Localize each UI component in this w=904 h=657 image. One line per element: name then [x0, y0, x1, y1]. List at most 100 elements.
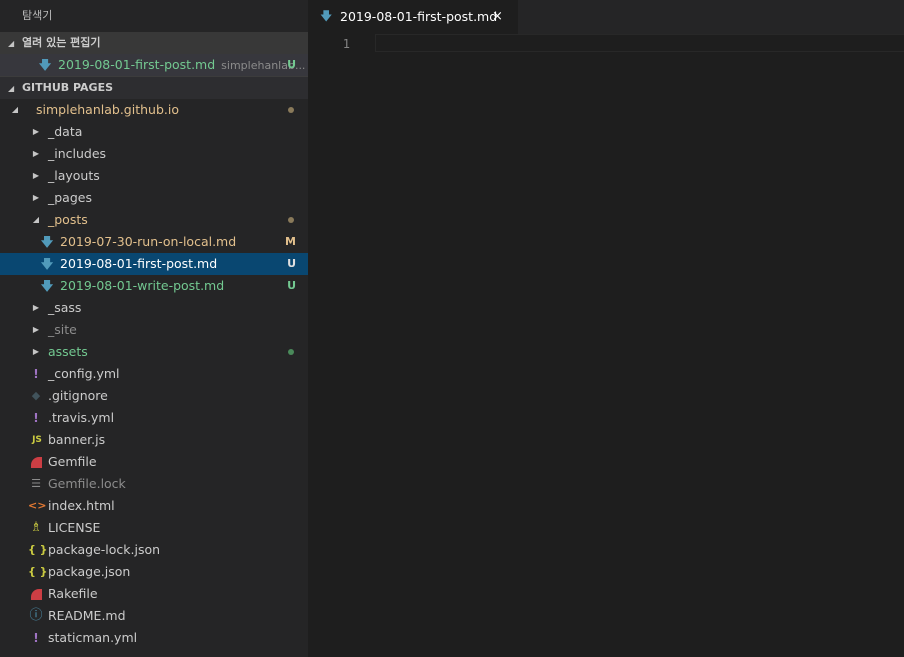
tree-file-run-on-local[interactable]: 🡇 2019-07-30-run-on-local.md M — [0, 231, 308, 253]
tree-file-rakefile[interactable]: Rakefile — [0, 583, 308, 605]
tab-bar: 🡇 2019-08-01-first-post.md × — [308, 0, 904, 35]
tree-file-label: Gemfile.lock — [48, 476, 126, 491]
tree-folder-label: _posts — [48, 212, 88, 227]
modified-dot-icon — [288, 107, 294, 113]
tab-first-post[interactable]: 🡇 2019-08-01-first-post.md × — [308, 0, 518, 35]
tree-file-label: staticman.yml — [48, 630, 138, 645]
untracked-badge: U — [287, 279, 296, 292]
open-editor-item[interactable]: 🡇 2019-08-01-first-post.md simplehanlab..… — [0, 54, 308, 76]
tree-folder-posts[interactable]: ◢ _posts — [0, 209, 308, 231]
close-icon[interactable]: × — [492, 0, 503, 33]
tree-folder-label: assets — [48, 344, 88, 359]
tree-folder-label: _site — [48, 322, 77, 337]
chevron-right-icon: ▶ — [32, 127, 40, 136]
tree-folder-includes[interactable]: ▶ _includes — [0, 143, 308, 165]
tree-file-write-post[interactable]: 🡇 2019-08-01-write-post.md U — [0, 275, 308, 297]
tree-file-readme[interactable]: ⓘ README.md — [0, 605, 308, 627]
tree-folder-data[interactable]: ▶ _data — [0, 121, 308, 143]
line-number: 1 — [342, 37, 350, 51]
workspace-label: GITHUB PAGES — [22, 81, 114, 94]
tree-file-banner[interactable]: JS banner.js — [0, 429, 308, 451]
tree-file-label: README.md — [48, 608, 126, 623]
ruby-icon — [29, 583, 43, 605]
explorer-title: 탐색기 — [22, 9, 53, 22]
lock-file-icon: ☰ — [31, 477, 41, 490]
tree-folder-root[interactable]: ◢ simplehanlab.github.io — [0, 99, 308, 121]
tree-file-package[interactable]: { } package.json — [0, 561, 308, 583]
tree-folder-label: _data — [48, 124, 83, 139]
tree-file-label: 2019-07-30-run-on-local.md — [60, 234, 237, 249]
tree-file-first-post[interactable]: 🡇 2019-08-01-first-post.md U — [0, 253, 308, 275]
tree-file-label: Rakefile — [48, 586, 98, 601]
tree-file-label: Gemfile — [48, 454, 97, 469]
chevron-down-icon: ◢ — [11, 105, 19, 114]
chevron-right-icon: ▶ — [32, 193, 40, 202]
tree-file-label: .travis.yml — [48, 410, 115, 425]
tree-file-gemfile-lock[interactable]: ☰ Gemfile.lock — [0, 473, 308, 495]
tree-file-label: _config.yml — [48, 366, 120, 381]
chevron-down-icon: ◢ — [8, 84, 15, 93]
tree-folder-label: _pages — [48, 190, 92, 205]
info-icon: ⓘ — [29, 608, 43, 623]
workspace-header[interactable]: ◢ GITHUB PAGES — [0, 76, 308, 99]
editor-area[interactable]: 🡇 2019-08-01-first-post.md × 1 — [308, 0, 904, 657]
tree-folder-sass[interactable]: ▶ _sass — [0, 297, 308, 319]
tree-folder-label: _includes — [48, 146, 107, 161]
chevron-right-icon: ▶ — [32, 303, 40, 312]
markdown-icon: 🡇 — [40, 257, 54, 271]
tree-file-label: .gitignore — [48, 388, 108, 403]
yaml-icon: ! — [33, 411, 39, 425]
license-icon: ♗ — [30, 520, 42, 535]
open-editors-header[interactable]: ◢ 열려 있는 편집기 — [0, 32, 308, 54]
tree-file-label: package-lock.json — [48, 542, 161, 557]
chevron-right-icon: ▶ — [32, 149, 40, 158]
chevron-right-icon: ▶ — [32, 325, 40, 334]
yaml-icon: ! — [33, 367, 39, 381]
markdown-icon: 🡇 — [40, 279, 54, 293]
yaml-icon: ! — [33, 631, 39, 645]
tree-folder-site[interactable]: ▶ _site — [0, 319, 308, 341]
open-editor-filename: 2019-08-01-first-post.md — [58, 57, 216, 72]
tree-file-label: package.json — [48, 564, 131, 579]
chevron-down-icon: ◢ — [32, 215, 40, 224]
tree-file-license[interactable]: ♗ LICENSE — [0, 517, 308, 539]
explorer-sidebar: 탐색기 ◢ 열려 있는 편집기 🡇 2019-08-01-first-post.m… — [0, 0, 308, 657]
chevron-right-icon: ▶ — [32, 171, 40, 180]
git-icon: ◆ — [31, 389, 41, 402]
modified-badge: M — [285, 235, 296, 248]
tree-file-label: 2019-08-01-write-post.md — [60, 278, 225, 293]
tree-folder-label: _sass — [48, 300, 82, 315]
tree-folder-label: _layouts — [48, 168, 100, 183]
javascript-icon: JS — [32, 435, 42, 445]
tree-folder-assets[interactable]: ▶ assets — [0, 341, 308, 363]
markdown-icon: 🡇 — [40, 235, 54, 249]
json-icon: { } — [28, 543, 48, 556]
untracked-badge: U — [287, 257, 296, 270]
tree-file-package-lock[interactable]: { } package-lock.json — [0, 539, 308, 561]
tree-file-gitignore[interactable]: ◆ .gitignore — [0, 385, 308, 407]
markdown-icon: 🡇 — [320, 9, 333, 23]
current-line-highlight[interactable] — [375, 34, 904, 52]
chevron-down-icon: ◢ — [8, 39, 15, 48]
tree-folder-pages[interactable]: ▶ _pages — [0, 187, 308, 209]
tree-file-gemfile[interactable]: Gemfile — [0, 451, 308, 473]
ruby-icon — [29, 451, 43, 473]
tree-folder-label: simplehanlab.github.io — [36, 102, 179, 117]
tree-file-label: index.html — [48, 498, 115, 513]
json-icon: { } — [28, 565, 48, 578]
tree-file-config[interactable]: ! _config.yml — [0, 363, 308, 385]
untracked-badge: U — [287, 58, 296, 71]
tree-file-label: LICENSE — [48, 520, 101, 535]
modified-dot-icon — [288, 217, 294, 223]
tree-folder-layouts[interactable]: ▶ _layouts — [0, 165, 308, 187]
tree-file-index[interactable]: <> index.html — [0, 495, 308, 517]
tree-file-staticman[interactable]: ! staticman.yml — [0, 627, 308, 649]
tab-label: 2019-08-01-first-post.md — [340, 9, 498, 24]
tree-file-travis[interactable]: ! .travis.yml — [0, 407, 308, 429]
open-editors-label: 열려 있는 편집기 — [22, 36, 101, 49]
chevron-right-icon: ▶ — [32, 347, 40, 356]
tree-file-label: 2019-08-01-first-post.md — [60, 256, 218, 271]
html-icon: <> — [28, 499, 47, 512]
markdown-icon: 🡇 — [38, 58, 52, 72]
untracked-dot-icon — [288, 349, 294, 355]
